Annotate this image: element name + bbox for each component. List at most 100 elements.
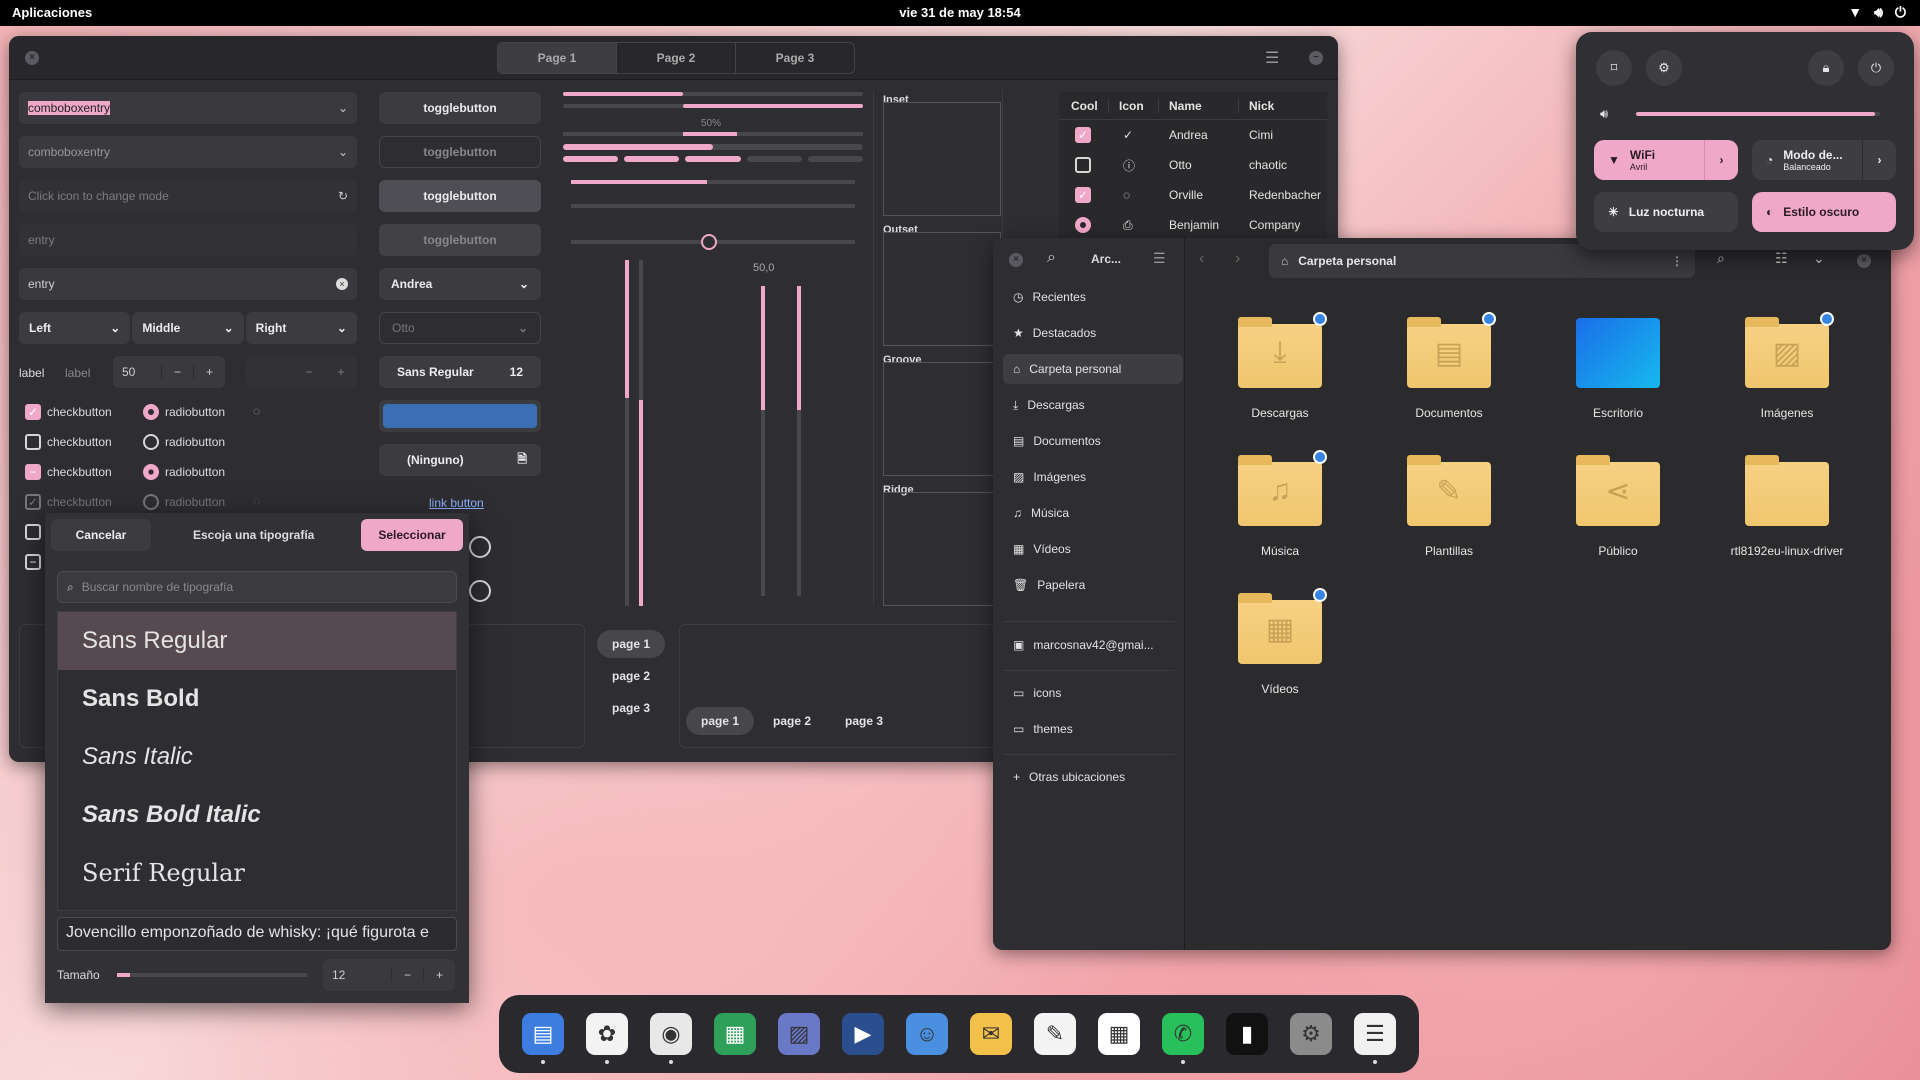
list-view-icon[interactable]: ☷ [1775, 250, 1788, 267]
tree-header-icon[interactable]: Icon [1109, 98, 1159, 113]
sidebar-item-musica[interactable]: ♫ Música [1003, 498, 1183, 528]
contacts-icon[interactable]: ☺ [906, 1013, 948, 1055]
combo-right[interactable]: Right ⌄ [245, 312, 357, 344]
sidebar-item-videos[interactable]: ▦ Vídeos [1003, 534, 1183, 564]
comboboxentry-1[interactable]: comboboxentry ⌄ [19, 92, 357, 124]
settings-icon[interactable]: ⚙︎ [1646, 50, 1682, 86]
table-row[interactable]: ⓘ Otto chaotic [1059, 150, 1327, 180]
widget-factory-icon[interactable]: ☰ [1354, 1013, 1396, 1064]
tab-page-3[interactable]: Page 3 [735, 43, 854, 73]
sidebar-item-themes[interactable]: ▭ themes [1003, 714, 1183, 744]
sidebar-item-recientes[interactable]: ◷ Recientes [1003, 282, 1183, 312]
files-icon[interactable]: ▤ [522, 1013, 564, 1064]
tree-cell-cool[interactable]: ✓ [1059, 187, 1109, 203]
scale-3[interactable] [571, 234, 855, 250]
minimize-icon[interactable]: − [1309, 51, 1323, 65]
radiobutton-5[interactable] [469, 536, 491, 558]
size-slider[interactable] [117, 973, 307, 977]
list-item[interactable]: Sans Regular [58, 612, 456, 670]
font-button[interactable]: Sans Regular 12 [379, 356, 541, 388]
tab-page-3[interactable]: page 3 [830, 707, 898, 735]
sidebar-item-icons[interactable]: ▭ icons [1003, 678, 1183, 708]
spinbutton[interactable]: 50 − + [113, 356, 225, 388]
folder-rtl8192eu[interactable]: rtl8192eu-linux-driver [1722, 455, 1852, 558]
cool-radio[interactable] [1075, 217, 1091, 233]
search-icon[interactable]: ⌕ [1047, 249, 1056, 267]
minus-icon[interactable]: − [161, 365, 193, 379]
close-icon[interactable]: × [1857, 254, 1871, 268]
font-preview-entry[interactable]: Jovencillo emponzoñado de whisky: ¡qué f… [57, 917, 457, 951]
clock[interactable]: vie 31 de may 18:54 [0, 5, 1920, 20]
power-mode-toggle[interactable]: ◔ Modo de... Balanceado › [1752, 140, 1896, 180]
video-editor-icon[interactable]: ▶ [842, 1013, 884, 1055]
checkbutton-2[interactable] [25, 434, 41, 450]
cool-check[interactable]: ✓ [1075, 127, 1091, 143]
table-row[interactable]: ✓ ◌ Orville Redenbacher [1059, 180, 1327, 210]
color-button[interactable] [379, 400, 541, 432]
tree-cell-cool[interactable] [1059, 157, 1109, 173]
tree-header-nick[interactable]: Nick [1239, 99, 1327, 113]
list-item[interactable]: Sans Italic [58, 728, 456, 786]
power-off-icon[interactable]: ⏻ [1858, 50, 1894, 86]
file-chooser-button[interactable]: (Ninguno) 🗎︎ [379, 444, 541, 476]
calendar-icon[interactable]: ▦ [1098, 1013, 1140, 1055]
clear-icon[interactable]: × [336, 278, 348, 290]
checkbutton-1[interactable]: ✓ [25, 404, 41, 420]
folder-musica[interactable]: ♫ Música [1215, 450, 1345, 558]
size-spinbutton[interactable]: 12 − + [323, 959, 455, 991]
vscale-4[interactable] [797, 286, 801, 596]
sidebar-item-account[interactable]: ▣ marcosnav42@gmai... [1003, 630, 1183, 660]
chevron-down-icon[interactable]: ⌄ [1813, 250, 1825, 267]
folder-documentos[interactable]: ▤ Documentos [1384, 312, 1514, 420]
tab-page-1[interactable]: page 1 [597, 630, 665, 658]
night-light-toggle[interactable]: ☀︎ Luz nocturna [1594, 192, 1738, 232]
vscale-3[interactable] [761, 286, 765, 596]
cool-check[interactable] [1075, 157, 1091, 173]
comboboxentry-2[interactable]: comboboxentry ⌄ [19, 136, 357, 168]
checkbutton-5[interactable] [25, 524, 41, 540]
scale-slider-knob[interactable] [701, 234, 717, 250]
scale-1[interactable] [571, 180, 855, 184]
tree-header-cool[interactable]: Cool [1059, 98, 1109, 113]
plus-icon[interactable]: + [423, 968, 455, 982]
tab-page-2[interactable]: Page 2 [616, 43, 735, 73]
scale-2[interactable] [571, 204, 855, 208]
tab-page-1[interactable]: page 1 [686, 707, 754, 735]
tab-page-1[interactable]: Page 1 [498, 43, 616, 73]
radiobutton-6[interactable] [469, 580, 491, 602]
mode-entry[interactable]: Click icon to change mode ↻ [19, 180, 357, 212]
select-button[interactable]: Seleccionar [361, 519, 463, 551]
forward-icon[interactable]: › [1235, 250, 1240, 268]
volume-slider[interactable] [1636, 112, 1880, 116]
cancel-button[interactable]: Cancelar [51, 519, 151, 551]
menu-icon[interactable]: ☰ [1265, 48, 1279, 68]
radiobutton-1[interactable] [143, 404, 159, 420]
togglebutton-3[interactable]: togglebutton [379, 180, 541, 212]
close-icon[interactable]: × [1009, 253, 1023, 267]
software-store-icon[interactable]: ✿ [586, 1013, 628, 1064]
checkbutton-6[interactable]: − [25, 554, 41, 570]
combo-left[interactable]: Left ⌄ [19, 312, 131, 344]
text-editor-icon[interactable]: ✎ [1034, 1013, 1076, 1055]
tree-cell-cool[interactable] [1059, 217, 1109, 233]
close-icon[interactable]: × [25, 51, 39, 65]
vscale-1[interactable] [625, 260, 629, 606]
entry-1[interactable]: entry [19, 224, 357, 256]
entry-2[interactable]: entry × [19, 268, 357, 300]
folder-imagenes[interactable]: ▨ Imágenes [1722, 312, 1852, 420]
link-button[interactable]: link button [429, 496, 484, 510]
sidebar-item-documentos[interactable]: ▤ Documentos [1003, 426, 1183, 456]
more-icon[interactable]: ⋮ [1671, 254, 1683, 268]
plus-icon[interactable]: + [193, 365, 225, 379]
sidebar-item-papelera[interactable]: 🗑︎ Papelera [1003, 570, 1183, 600]
folder-publico[interactable]: ⋖ Público [1553, 455, 1683, 558]
screenshot-icon[interactable]: ⌑ [1596, 50, 1632, 86]
sidebar-item-other-locations[interactable]: + Otras ubicaciones [1003, 762, 1183, 792]
settings-icon[interactable]: ⚙ [1290, 1013, 1332, 1055]
whatsapp-icon[interactable]: ✆ [1162, 1013, 1204, 1064]
list-item[interactable]: Sans Bold Italic [58, 786, 456, 844]
mail-icon[interactable]: ✉ [970, 1013, 1012, 1055]
radiobutton-3[interactable] [143, 464, 159, 480]
sidebar-item-destacados[interactable]: ★ Destacados [1003, 318, 1183, 348]
chevron-right-icon[interactable]: › [1862, 140, 1896, 180]
